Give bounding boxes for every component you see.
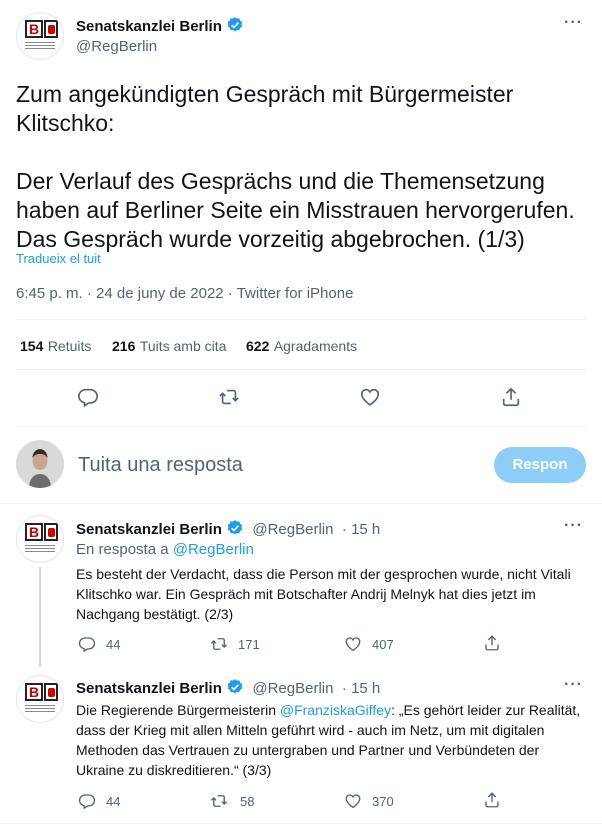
berlin-bear-icon: [44, 683, 58, 701]
tweet-text-paragraph-1: Zum angekündigten Gespräch mit Bürgermei…: [16, 81, 514, 136]
author-name[interactable]: Senatskanzlei Berlin: [76, 680, 222, 697]
user-avatar[interactable]: [16, 440, 64, 488]
mention-link[interactable]: @FranziskaGiffey: [280, 702, 391, 718]
more-icon[interactable]: ···: [564, 517, 583, 535]
tweet-text: Die Regierende Bürgermeisterin @Franzisk…: [76, 700, 586, 780]
more-icon[interactable]: ···: [564, 676, 583, 694]
share-icon[interactable]: [500, 386, 522, 408]
reply-context: En resposta a @RegBerlin: [76, 541, 254, 558]
berlin-logo-b: B: [25, 683, 43, 701]
logo-text-lines: [25, 545, 55, 554]
author-avatar[interactable]: B: [16, 12, 64, 60]
tweet-text-paragraph-2: Der Verlauf des Gesprächs und die Themen…: [16, 168, 575, 252]
retweet-count: 58: [240, 794, 255, 809]
like-icon[interactable]: [344, 635, 362, 653]
person-photo-icon: [16, 440, 64, 488]
berlin-bear-icon: [44, 20, 58, 38]
tweet-timestamp[interactable]: 6:45 p. m. · 24 de juny de 2022 · Twitte…: [16, 285, 353, 302]
like-count: 407: [372, 637, 394, 652]
tweet-time[interactable]: · 15 h: [342, 680, 380, 697]
reply-icon[interactable]: [78, 792, 96, 810]
verified-badge-icon: [226, 678, 244, 702]
reply-context-label: En resposta a: [76, 541, 173, 558]
author-handle[interactable]: @RegBerlin: [252, 680, 333, 697]
reply-count: 44: [106, 637, 121, 652]
author-handle[interactable]: @RegBerlin: [76, 38, 157, 55]
berlin-logo-b: B: [25, 523, 43, 541]
like-icon[interactable]: [359, 386, 381, 408]
like-icon[interactable]: [344, 792, 362, 810]
share-icon[interactable]: [483, 791, 501, 809]
verified-badge-icon: [226, 519, 244, 543]
quotes-stat[interactable]: 216 Tuits amb cita: [112, 338, 226, 356]
author-handle[interactable]: @RegBerlin: [252, 521, 333, 538]
tweet-time[interactable]: · 15 h: [342, 521, 380, 538]
author-name[interactable]: Senatskanzlei Berlin: [76, 521, 222, 538]
author-avatar[interactable]: B: [16, 675, 64, 723]
logo-text-lines: [25, 42, 55, 51]
reply-icon[interactable]: [77, 386, 99, 408]
thread-connector-line: [39, 567, 41, 667]
reply-button[interactable]: Respon: [494, 447, 586, 483]
tweet-text: Zum angekündigten Gespräch mit Bürgermei…: [16, 80, 586, 254]
author-avatar[interactable]: B: [16, 515, 64, 563]
berlin-bear-icon: [44, 523, 58, 541]
tweet-text: Es besteht der Verdacht, dass die Person…: [76, 566, 571, 622]
tweet-text-prefix: Die Regierende Bürgermeisterin: [76, 702, 280, 718]
likes-stat[interactable]: 622 Agradaments: [246, 338, 357, 356]
like-count: 370: [372, 794, 394, 809]
retweet-icon[interactable]: [210, 635, 228, 653]
author-name[interactable]: Senatskanzlei Berlin: [76, 18, 222, 35]
stats-row: 154 Retuits: [20, 338, 91, 356]
retweets-stat[interactable]: 154 Retuits: [20, 338, 91, 355]
retweet-count: 171: [238, 637, 260, 652]
reply-to-link[interactable]: @RegBerlin: [173, 541, 254, 558]
verified-badge-icon: [226, 16, 244, 40]
logo-text-lines: [25, 705, 55, 714]
more-icon[interactable]: ···: [564, 14, 583, 32]
share-icon[interactable]: [483, 634, 501, 652]
translate-link[interactable]: Tradueix el tuit: [16, 251, 101, 266]
reply-icon[interactable]: [78, 635, 96, 653]
reply-input[interactable]: Tuita una resposta: [78, 454, 243, 477]
retweet-icon[interactable]: [210, 792, 228, 810]
berlin-logo-b: B: [25, 20, 43, 38]
retweet-icon[interactable]: [218, 386, 240, 408]
reply-count: 44: [106, 794, 121, 809]
